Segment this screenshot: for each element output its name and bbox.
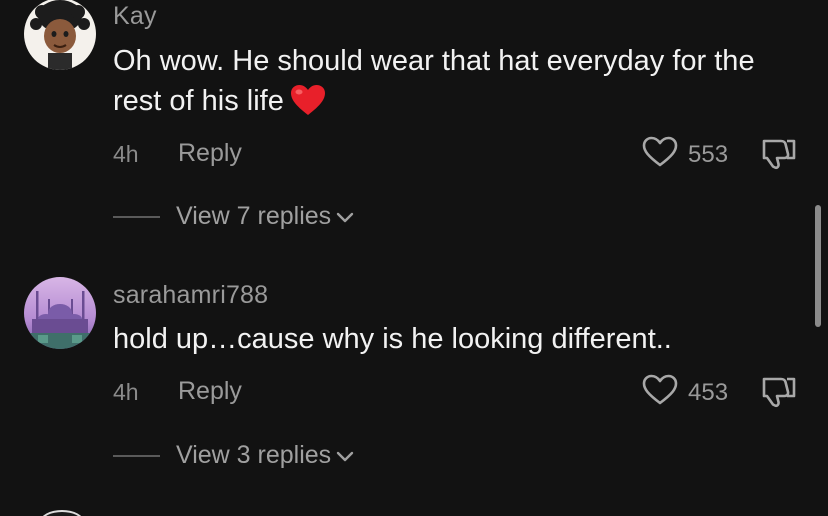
like-count: 553 (688, 140, 729, 168)
like-count: 453 (688, 378, 729, 406)
thumbs-down-icon (761, 377, 797, 413)
like-button[interactable]: 453 (642, 374, 728, 411)
thumbs-down-icon (761, 139, 797, 175)
like-button[interactable]: 553 (642, 136, 728, 173)
comment-username[interactable]: Kay (113, 2, 157, 31)
comment-text: hold up…cause why is he looking differen… (113, 323, 672, 355)
replies-divider (113, 216, 160, 218)
comment-username[interactable]: sarahamri788 (113, 281, 268, 310)
red-heart-emoji (290, 84, 326, 127)
heart-outline-icon (642, 136, 678, 173)
heart-outline-icon (642, 374, 678, 411)
reply-button[interactable]: Reply (178, 139, 242, 168)
user-avatar[interactable] (24, 277, 96, 349)
dislike-button[interactable] (761, 375, 797, 414)
comment-text: Oh wow. He should wear that hat everyday… (113, 41, 793, 127)
chevron-down-icon (331, 202, 355, 231)
replies-divider (113, 455, 160, 457)
view-replies-button[interactable]: View 7 replies (176, 202, 355, 231)
user-avatar[interactable] (24, 0, 96, 70)
comments-panel: Kay Oh wow. He should wear that hat ever… (0, 0, 828, 516)
view-replies-button[interactable]: View 3 replies (176, 441, 355, 470)
chevron-down-icon (331, 441, 355, 470)
reply-button[interactable]: Reply (178, 377, 242, 406)
next-comment-avatar[interactable] (40, 510, 84, 516)
dislike-button[interactable] (761, 137, 797, 176)
comment-timestamp: 4h (113, 379, 139, 405)
scrollbar[interactable] (815, 205, 821, 327)
comment-timestamp: 4h (113, 141, 139, 167)
